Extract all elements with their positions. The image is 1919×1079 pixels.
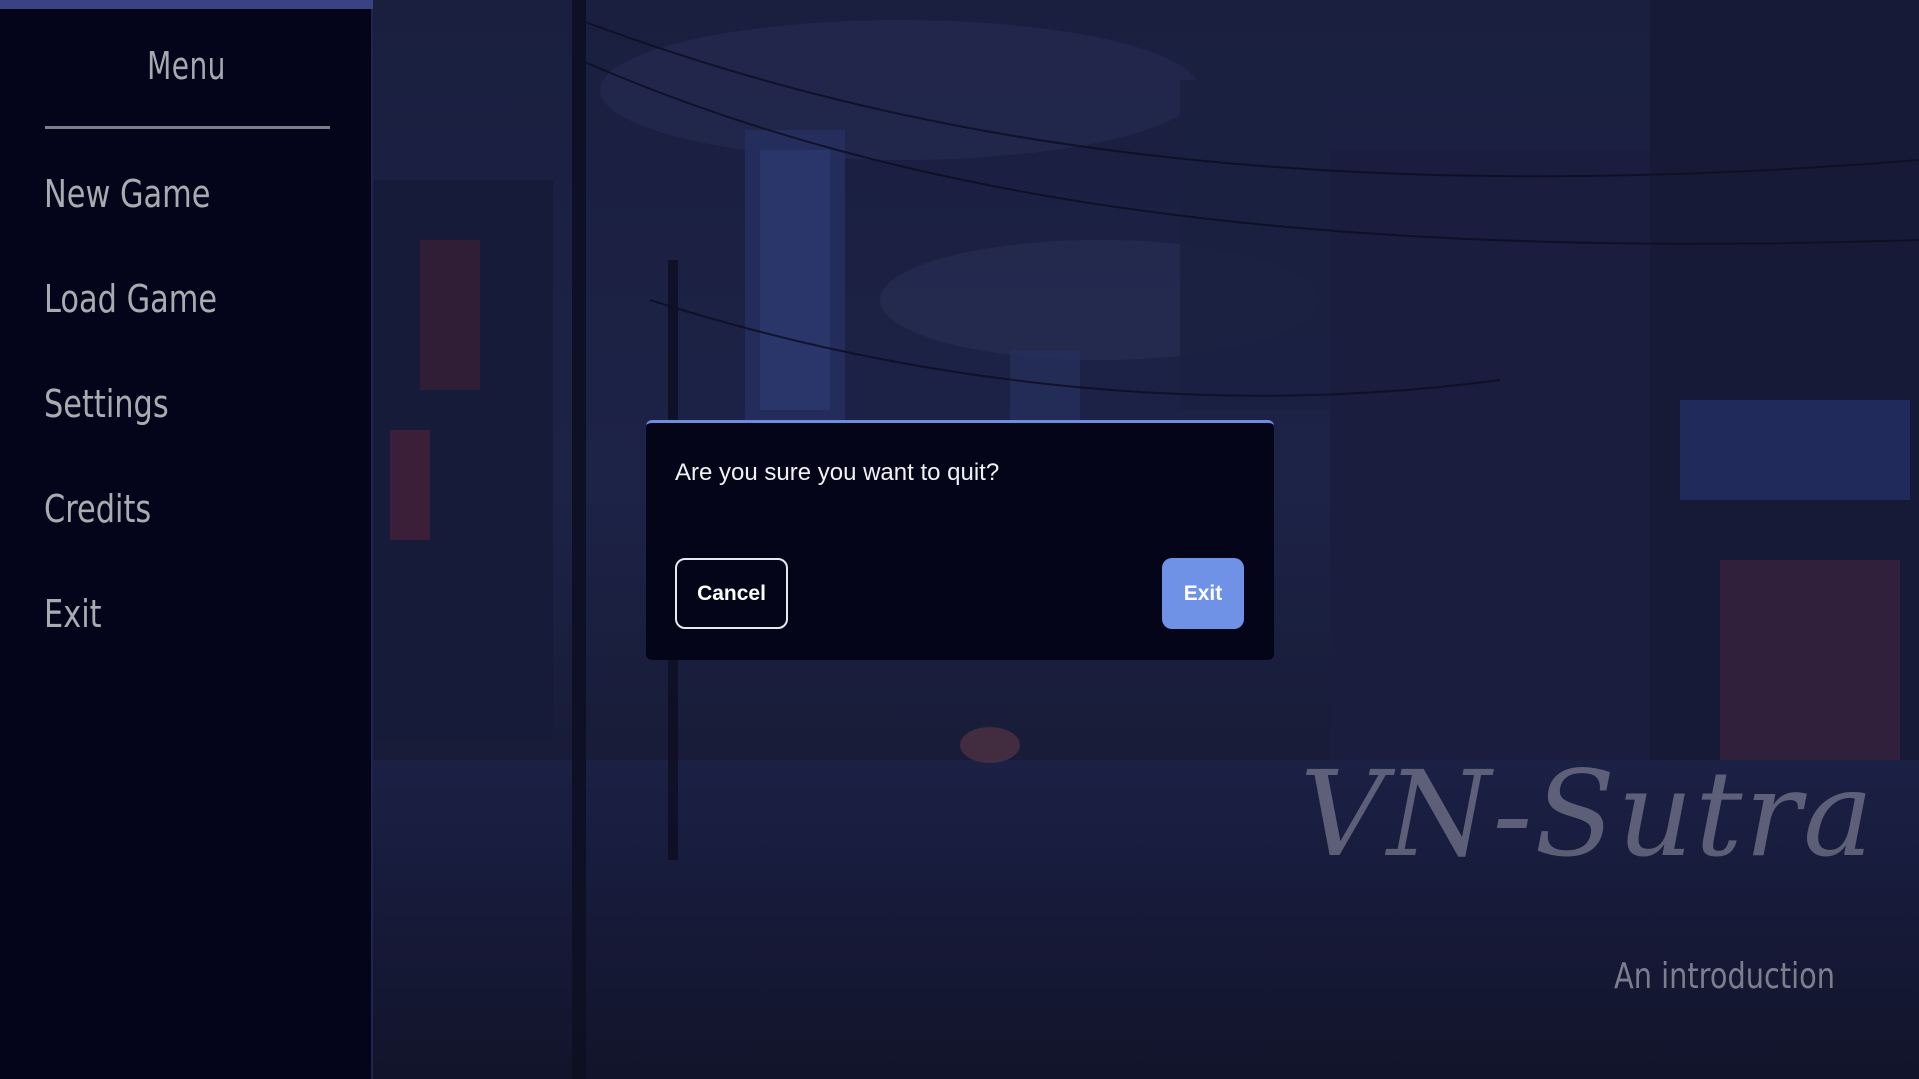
menu-item-credits[interactable]: Credits xyxy=(44,487,151,531)
main-menu-sidebar: Menu New Game Load Game Settings Credits… xyxy=(0,0,373,1079)
menu-item-load-game[interactable]: Load Game xyxy=(44,277,217,321)
game-title-logo: VN-Sutra xyxy=(1300,745,1876,883)
title-screen: Menu New Game Load Game Settings Credits… xyxy=(0,0,1919,1079)
menu-divider xyxy=(45,126,330,129)
menu-item-exit[interactable]: Exit xyxy=(44,592,102,636)
menu-item-new-game[interactable]: New Game xyxy=(44,172,210,216)
sidebar-top-accent-bar xyxy=(0,0,373,9)
cancel-button[interactable]: Cancel xyxy=(675,558,788,629)
quit-confirm-dialog: Are you sure you want to quit? Cancel Ex… xyxy=(646,420,1274,660)
exit-button[interactable]: Exit xyxy=(1162,558,1244,629)
dialog-message: Are you sure you want to quit? xyxy=(675,459,1000,486)
menu-title: Menu xyxy=(147,44,226,88)
game-subtitle: An introduction xyxy=(1614,956,1836,997)
menu-item-settings[interactable]: Settings xyxy=(44,382,169,426)
